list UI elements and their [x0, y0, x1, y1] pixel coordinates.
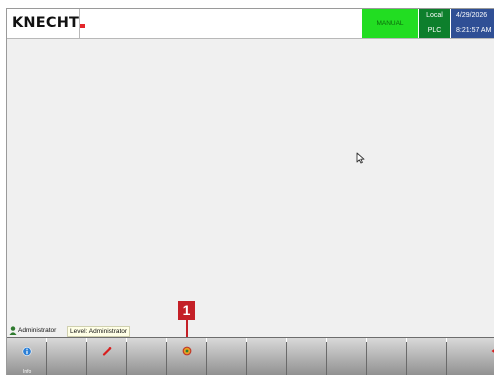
status-bar: Administrator Level: Administrator	[7, 325, 494, 337]
user-level: Level: Administrator	[67, 326, 131, 337]
toolbar-button-8[interactable]	[287, 338, 327, 375]
toolbar-button-settings[interactable]	[167, 338, 207, 375]
toolbar-button-2[interactable]	[47, 338, 87, 375]
location-line1: Local	[426, 12, 443, 19]
settings-icon	[182, 343, 192, 361]
toolbar-button-10[interactable]	[367, 338, 407, 375]
toolbar-button-4[interactable]	[127, 338, 167, 375]
knecht-logo: KNECHT	[8, 9, 86, 38]
toolbar-button-info[interactable]: Info	[7, 338, 47, 375]
function-key-toolbar: Info	[7, 337, 494, 375]
exit-icon	[490, 343, 494, 361]
hmi-window: KNECHT MANUAL Local PLC 4/29/2026 8:21:5…	[6, 8, 494, 375]
toolbar-button-9[interactable]	[327, 338, 367, 375]
info-icon	[22, 343, 31, 361]
logo-text: KNECHT	[12, 15, 80, 31]
header-bar: KNECHT MANUAL Local PLC 4/29/2026 8:21:5…	[7, 9, 494, 39]
datetime-display: 4/29/2026 8:21:57 AM	[451, 9, 494, 38]
toolbar-button-6[interactable]	[207, 338, 247, 375]
date-text: 4/29/2026	[456, 12, 488, 19]
wrench-icon	[102, 343, 112, 361]
toolbar-button-tools[interactable]	[87, 338, 127, 375]
user-name: Administrator	[18, 327, 57, 334]
toolbar-button-label: Info	[23, 369, 32, 375]
toolbar-button-exit[interactable]	[447, 338, 494, 375]
logo-red-dot	[80, 24, 86, 28]
toolbar-button-7[interactable]	[247, 338, 287, 375]
mouse-cursor-icon	[356, 151, 365, 169]
time-text: 8:21:57 AM	[456, 26, 492, 34]
control-location-indicator: Local PLC	[419, 9, 450, 38]
mode-indicator[interactable]: MANUAL	[362, 9, 418, 38]
location-line2: PLC	[427, 26, 442, 34]
toolbar-button-11[interactable]	[407, 338, 447, 375]
callout-marker: 1	[178, 301, 195, 320]
